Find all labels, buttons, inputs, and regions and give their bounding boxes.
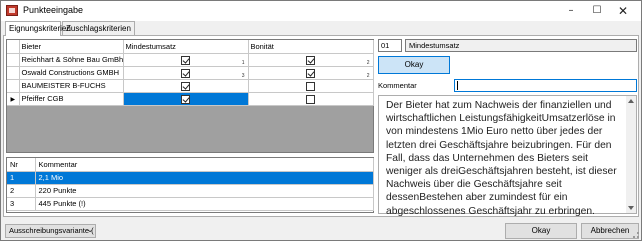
table-row[interactable]: BAUMEISTER B-FUCHS xyxy=(7,79,374,93)
kommentar-cell[interactable]: 445 Punkte (!) xyxy=(35,197,374,211)
bonitaet-cell[interactable]: 2 xyxy=(248,53,374,67)
maximize-button[interactable]: ☐ xyxy=(585,1,609,21)
description-scrollbar[interactable] xyxy=(626,96,636,213)
criterion-description: Der Bieter hat zum Nachweis der finanzie… xyxy=(386,100,617,217)
criterion-name-field: Mindestumsatz xyxy=(405,39,637,52)
minimize-button[interactable]: – xyxy=(559,1,583,21)
comment-label: Kommentar xyxy=(378,81,417,90)
scroll-down-icon[interactable] xyxy=(628,206,634,210)
table-row[interactable]: Oswald Constructions GMBH 3 2 xyxy=(7,66,374,80)
bidder-name-cell[interactable]: Oswald Constructions GMBH xyxy=(19,66,124,80)
row-header[interactable] xyxy=(7,53,20,67)
table-row-selected[interactable]: 1 2,1 Mio xyxy=(7,171,374,185)
cell-index: 2 xyxy=(366,59,370,66)
kommentar-cell[interactable]: 2,1 Mio xyxy=(35,171,374,185)
bonitaet-checkbox[interactable] xyxy=(305,55,315,65)
window: Punkteeingabe – ☐ ✕ Eignungskriterien Zu… xyxy=(0,0,642,241)
points-grid[interactable]: Nr Kommentar 1 2,1 Mio 2 220 Punkte 3 44… xyxy=(6,157,374,213)
bonitaet-cell[interactable]: 2 xyxy=(248,66,374,80)
bidder-name-cell[interactable]: BAUMEISTER B-FUCHS xyxy=(19,79,124,93)
nr-cell[interactable]: 2 xyxy=(7,184,36,198)
mindestumsatz-checkbox[interactable] xyxy=(180,81,190,91)
cancel-button[interactable]: Abbrechen xyxy=(581,223,639,239)
tab-zuschlagskriterien[interactable]: Zuschlagskriterien xyxy=(62,21,135,35)
table-row[interactable]: 2 220 Punkte xyxy=(7,184,374,198)
title-bar: Punkteeingabe – ☐ ✕ xyxy=(1,1,641,21)
app-icon xyxy=(6,5,18,16)
table-row[interactable]: Reichhart & Söhne Bau GmBh 1 2 xyxy=(7,53,374,67)
column-header-mindestumsatz[interactable]: Mindestumsatz xyxy=(123,40,249,54)
ok-button[interactable]: Okay xyxy=(505,223,577,239)
row-header[interactable] xyxy=(7,79,20,93)
table-row-current[interactable]: ▶ Pfeiffer CGB xyxy=(7,92,374,106)
mindestumsatz-cell[interactable]: 3 xyxy=(123,66,249,80)
bonitaet-checkbox[interactable] xyxy=(305,68,315,78)
current-row-arrow-icon: ▶ xyxy=(10,97,16,103)
row-header-current[interactable]: ▶ xyxy=(7,92,20,106)
cell-index: 1 xyxy=(241,59,245,66)
mindestumsatz-cell-selected[interactable] xyxy=(123,92,249,106)
mindestumsatz-checkbox[interactable] xyxy=(180,94,190,104)
window-title: Punkteeingabe xyxy=(23,5,84,15)
row-header-corner xyxy=(7,40,20,54)
bonitaet-checkbox[interactable] xyxy=(305,94,315,104)
mindestumsatz-checkbox[interactable] xyxy=(180,55,190,65)
resize-grip-icon[interactable] xyxy=(633,232,639,238)
grid-header-row: Bieter Mindestumsatz Bonität xyxy=(7,40,374,54)
bidders-grid[interactable]: Bieter Mindestumsatz Bonität Reichhart &… xyxy=(6,39,374,153)
grid-header-row: Nr Kommentar xyxy=(7,158,374,172)
cell-index: 3 xyxy=(241,72,245,79)
comment-input[interactable] xyxy=(454,79,637,92)
column-header-kommentar[interactable]: Kommentar xyxy=(35,158,374,172)
bidder-name-cell[interactable]: Pfeiffer CGB xyxy=(19,92,124,106)
cell-index: 2 xyxy=(366,72,370,79)
nr-cell[interactable]: 1 xyxy=(7,171,36,185)
bonitaet-checkbox[interactable] xyxy=(305,81,315,91)
mindestumsatz-cell[interactable]: 1 xyxy=(123,53,249,67)
column-header-nr[interactable]: Nr xyxy=(7,158,36,172)
bonitaet-cell[interactable] xyxy=(248,92,374,106)
chevron-down-icon[interactable]: ⌄ xyxy=(87,226,93,234)
row-header[interactable] xyxy=(7,66,20,80)
close-button[interactable]: ✕ xyxy=(611,1,635,21)
nr-cell[interactable]: 3 xyxy=(7,197,36,211)
column-header-bieter[interactable]: Bieter xyxy=(19,40,124,54)
bonitaet-cell[interactable] xyxy=(248,79,374,93)
mindestumsatz-checkbox[interactable] xyxy=(180,68,190,78)
okay-button[interactable]: Okay xyxy=(378,56,450,74)
tab-eignungskriterien[interactable]: Eignungskriterien xyxy=(5,21,71,36)
text-caret xyxy=(457,81,458,90)
bidder-name-cell[interactable]: Reichhart & Söhne Bau GmBh xyxy=(19,53,124,67)
mindestumsatz-cell[interactable] xyxy=(123,79,249,93)
column-header-bonitaet[interactable]: Bonität xyxy=(248,40,374,54)
variant-select-value: Ausschreibungsvariante ( xyxy=(9,226,94,235)
scroll-up-icon[interactable] xyxy=(628,99,634,103)
table-row[interactable]: 3 445 Punkte (!) xyxy=(7,197,374,211)
criterion-number-field[interactable]: 01 xyxy=(378,39,402,52)
variant-select[interactable]: Ausschreibungsvariante ( ⌄ xyxy=(5,224,96,238)
kommentar-cell[interactable]: 220 Punkte xyxy=(35,184,374,198)
